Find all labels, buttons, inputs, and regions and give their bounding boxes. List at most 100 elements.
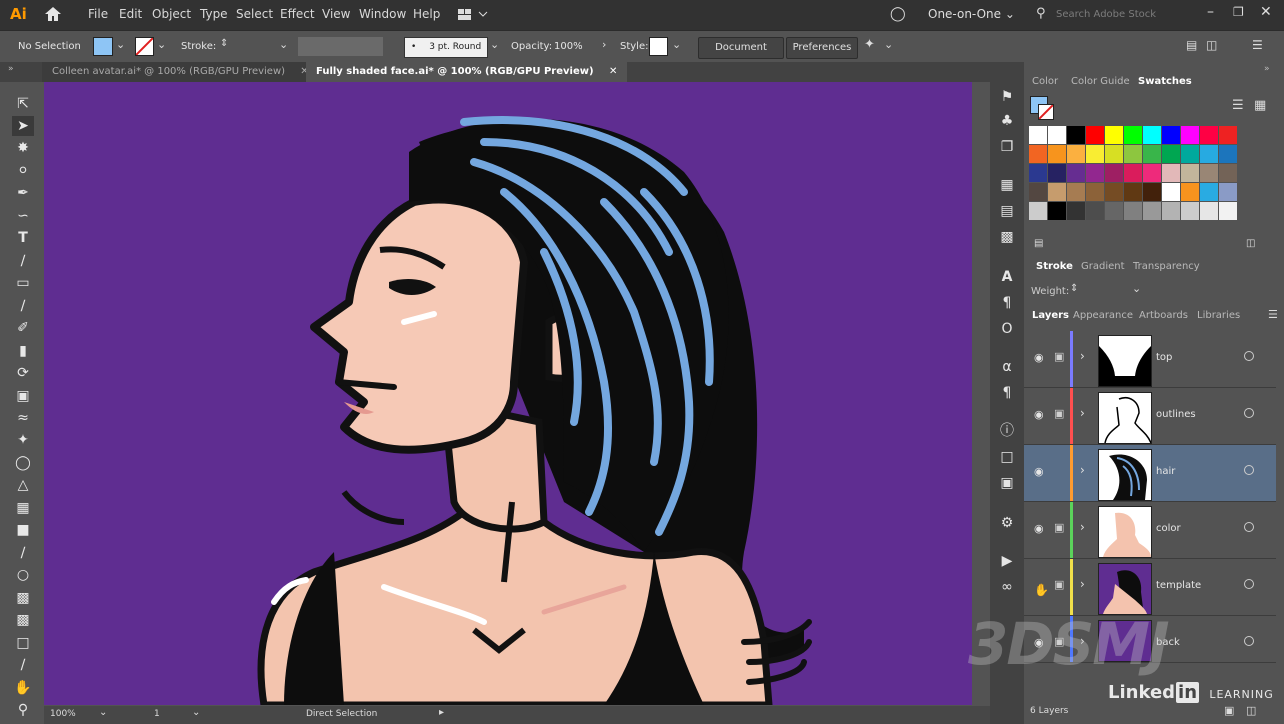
column-graph-icon[interactable]: ▩ [12,610,34,630]
lock-icon[interactable]: ▣ [1054,521,1064,534]
tab-appearance[interactable]: Appearance [1073,310,1133,321]
active-stroke-swatch[interactable] [1038,104,1054,120]
isolate-icon[interactable]: ◫ [1206,38,1217,52]
color-swatch[interactable] [1219,183,1237,201]
rectangle-tool-icon[interactable]: ▭ [12,273,34,293]
color-swatch[interactable] [1086,126,1104,144]
color-swatch[interactable] [1162,202,1180,220]
tab-fully-shaded-face[interactable]: Fully shaded face.ai* @ 100% (RGB/GPU Pr… [306,62,628,82]
curvature-tool-icon[interactable]: ∽ [12,206,34,226]
panel-collapse-icon[interactable]: » [1264,64,1270,74]
color-swatch[interactable] [1029,183,1047,201]
paragraph-styles-icon[interactable]: ¶ [998,384,1016,402]
artboard-tool-icon[interactable]: □ [12,633,34,653]
color-swatch[interactable] [1200,164,1218,182]
color-swatch[interactable] [1219,126,1237,144]
target-circle-icon[interactable] [1244,465,1254,475]
layer-name[interactable]: hair [1156,466,1175,477]
transform-panel-icon[interactable]: ▦ [998,176,1016,194]
menu-window[interactable]: Window [359,7,406,21]
target-circle-icon[interactable] [1244,636,1254,646]
color-swatch[interactable] [1162,183,1180,201]
color-swatch[interactable] [1048,126,1066,144]
color-swatch[interactable] [1067,126,1085,144]
menu-effect[interactable]: Effect [280,7,315,21]
direct-selection-tool-icon[interactable]: ➤ [12,116,34,136]
shape-builder-icon[interactable]: ◯ [12,453,34,473]
chevron-down-icon[interactable]: ⌄ [1132,282,1141,295]
document-info-icon[interactable]: □ [998,448,1016,466]
color-swatch[interactable] [1162,145,1180,163]
color-swatch[interactable] [1124,145,1142,163]
tab-layers[interactable]: Layers [1032,310,1069,321]
chevron-right-icon[interactable]: › [1080,406,1085,420]
swatch-library-icon[interactable]: ▤ [1034,238,1043,249]
layer-row-hair[interactable]: ◉ › hair [1024,445,1276,502]
menu-view[interactable]: View [322,7,350,21]
layer-row-template[interactable]: ✋ ▣ › template [1024,559,1276,616]
color-swatch[interactable] [1067,164,1085,182]
arrange-documents-icon[interactable] [458,9,488,21]
close-button[interactable]: ✕ [1260,4,1272,20]
color-swatch[interactable] [1029,164,1047,182]
menu-select[interactable]: Select [236,7,273,21]
color-swatch[interactable] [1048,183,1066,201]
preferences-button[interactable]: Preferences [786,37,858,59]
workspace-switcher[interactable]: One-on-One ⌄ [928,7,1015,21]
blend-tool-icon[interactable]: ○ [12,565,34,585]
color-swatch[interactable] [1029,145,1047,163]
stroke-weight-stepper[interactable]: ⇕ [220,38,228,49]
asset-export-icon[interactable]: ❐ [998,138,1016,156]
restore-button[interactable]: ❐ [1233,5,1244,19]
tab-color-guide[interactable]: Color Guide [1071,76,1130,87]
paintbrush-icon[interactable]: ∕ [12,296,34,316]
eyedropper-icon[interactable]: ∕ [12,543,34,563]
document-setup-button[interactable]: Document Setup [698,37,784,73]
character-icon[interactable]: A [998,268,1016,286]
tab-transparency[interactable]: Transparency [1133,261,1200,272]
slice-tool-icon[interactable]: ∕ [12,655,34,675]
symbols-icon[interactable]: ♣ [998,112,1016,130]
color-swatch[interactable] [1105,202,1123,220]
mesh-tool-icon[interactable]: ▦ [12,498,34,518]
target-circle-icon[interactable] [1244,351,1254,361]
perspective-grid-icon[interactable]: △ [12,475,34,495]
lock-icon[interactable]: ▣ [1054,350,1064,363]
color-swatch[interactable] [1124,164,1142,182]
brush-definition[interactable]: • 3 pt. Round [404,37,488,58]
tab-colleen-avatar[interactable]: Colleen avatar.ai* @ 100% (RGB/GPU Previ… [42,62,319,82]
color-swatch[interactable] [1048,202,1066,220]
align-panel-icon[interactable]: ▤ [998,202,1016,220]
color-swatch[interactable] [1048,164,1066,182]
menu-object[interactable]: Object [152,7,191,21]
style-swatch[interactable] [649,37,668,56]
chevron-right-icon[interactable]: ▸ [439,707,444,718]
target-circle-icon[interactable] [1244,579,1254,589]
document-canvas[interactable] [44,82,972,705]
color-swatch[interactable] [1105,183,1123,201]
tab-gradient[interactable]: Gradient [1081,261,1125,272]
layer-name[interactable]: color [1156,523,1181,534]
chevron-right-icon[interactable]: › [1080,520,1085,534]
hand-tool-icon[interactable]: ✋ [12,678,34,698]
glyphs-icon[interactable]: α [998,358,1016,376]
color-swatch[interactable] [1105,145,1123,163]
lock-icon[interactable]: ▣ [1054,578,1064,591]
trash-icon[interactable]: ◫ [1246,704,1256,717]
layer-name[interactable]: top [1156,352,1172,363]
rotate-tool-icon[interactable]: ⟳ [12,363,34,383]
color-swatch[interactable] [1143,183,1161,201]
layer-name[interactable]: outlines [1156,409,1196,420]
grid-view-icon[interactable]: ▦ [1254,98,1266,113]
chevron-down-icon[interactable]: ⌄ [884,38,893,51]
fill-swatch[interactable] [93,37,113,56]
zoom-tool-icon[interactable]: ⚲ [12,700,34,720]
swatch-grid[interactable] [1029,126,1257,226]
color-swatch[interactable] [1219,164,1237,182]
weight-stepper[interactable]: ⇕ [1070,283,1078,294]
color-swatch[interactable] [1067,183,1085,201]
pathfinder-icon[interactable]: ▩ [998,228,1016,246]
width-tool-icon[interactable]: ≈ [12,408,34,428]
color-swatch[interactable] [1200,183,1218,201]
color-swatch[interactable] [1105,126,1123,144]
